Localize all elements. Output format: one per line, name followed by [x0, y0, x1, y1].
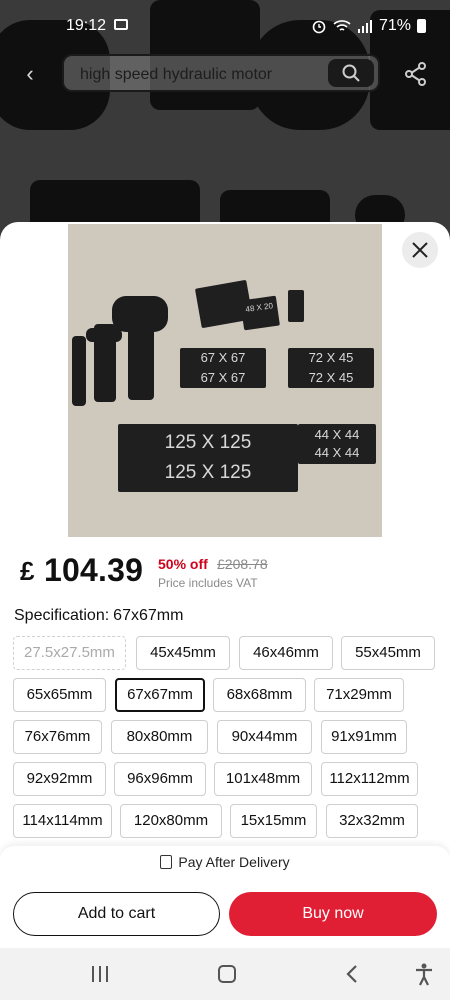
image-label-72b: 72 X 45: [308, 370, 354, 385]
pay-after-delivery: Pay After Delivery: [0, 854, 450, 870]
image-label-125b: 125 X 125: [164, 462, 252, 483]
nav-back-icon[interactable]: [342, 962, 362, 986]
close-icon: [412, 242, 428, 258]
receipt-icon: [160, 855, 173, 869]
signal-icon: [357, 20, 372, 33]
spec-option[interactable]: 120x80mm: [120, 804, 222, 838]
add-to-cart-button[interactable]: Add to cart: [13, 892, 220, 936]
search-input[interactable]: high speed hydraulic motor: [62, 54, 380, 92]
spec-option[interactable]: 101x48mm: [214, 762, 312, 796]
selected-specification: 67x67mm: [113, 607, 184, 624]
image-label-67a: 67 X 67: [200, 350, 246, 365]
spec-option[interactable]: 91x91mm: [321, 720, 407, 754]
nav-home-icon[interactable]: [218, 965, 236, 983]
spec-option[interactable]: 55x45mm: [341, 636, 435, 670]
spec-option[interactable]: 90x44mm: [217, 720, 312, 754]
vat-note: Price includes VAT: [158, 576, 258, 590]
alarm-icon: [312, 20, 326, 34]
search-query: high speed hydraulic motor: [80, 66, 273, 83]
spec-option[interactable]: 15x15mm: [230, 804, 317, 838]
spec-option[interactable]: 114x114mm: [13, 804, 112, 838]
battery-percent: 71%: [378, 17, 411, 34]
spec-option[interactable]: 27.5x27.5mm: [13, 636, 126, 670]
product-options-sheet: 48 X 20 67 X 67 67 X 67 72 X 45 72 X 45 …: [0, 222, 450, 948]
discount-badge: 50% off: [158, 556, 208, 572]
specification-label: Specification: 67x67mm: [14, 607, 184, 624]
spec-option[interactable]: 68x68mm: [213, 678, 306, 712]
nav-recents-icon[interactable]: [92, 966, 110, 982]
original-price: £208.78: [217, 556, 268, 572]
spec-option[interactable]: 65x65mm: [13, 678, 106, 712]
image-label-44b: 44 X 44: [314, 445, 360, 460]
buy-now-button[interactable]: Buy now: [229, 892, 437, 936]
battery-icon: [417, 19, 426, 33]
spec-option[interactable]: 112x112mm: [321, 762, 418, 796]
search-button[interactable]: [328, 59, 374, 87]
image-label-44a: 44 X 44: [314, 427, 360, 442]
status-bar: 19:12 71%: [0, 0, 450, 50]
system-nav-bar: [0, 948, 450, 1000]
search-icon: [342, 64, 360, 82]
spec-option[interactable]: 80x80mm: [111, 720, 208, 754]
spec-option[interactable]: 96x96mm: [114, 762, 206, 796]
spec-option[interactable]: 67x67mm: [115, 678, 205, 712]
spec-option[interactable]: 76x76mm: [13, 720, 102, 754]
search-bar-row: ‹ high speed hydraulic motor: [0, 50, 450, 98]
image-label-67b: 67 X 67: [200, 370, 246, 385]
status-time: 19:12: [66, 17, 107, 34]
image-label-72a: 72 X 45: [308, 350, 354, 365]
accessibility-icon[interactable]: [414, 962, 434, 986]
price-row: £ 104.39 50% off £208.78 Price includes …: [20, 552, 440, 592]
image-label-125a: 125 X 125: [164, 432, 252, 453]
price-currency: £: [20, 556, 35, 586]
spec-option[interactable]: 92x92mm: [13, 762, 106, 796]
spec-option[interactable]: 46x46mm: [239, 636, 333, 670]
price-value: 104.39: [44, 552, 144, 588]
image-label-48x20: 48 X 20: [244, 301, 274, 314]
wifi-icon: [333, 20, 351, 31]
spec-option[interactable]: 71x29mm: [314, 678, 404, 712]
spec-option[interactable]: 32x32mm: [326, 804, 418, 838]
message-icon: [114, 19, 128, 30]
close-button[interactable]: [402, 232, 438, 268]
share-icon[interactable]: [402, 60, 430, 88]
spec-option[interactable]: 45x45mm: [136, 636, 230, 670]
back-arrow-icon[interactable]: ‹: [14, 58, 46, 90]
product-image[interactable]: 48 X 20 67 X 67 67 X 67 72 X 45 72 X 45 …: [68, 224, 382, 537]
